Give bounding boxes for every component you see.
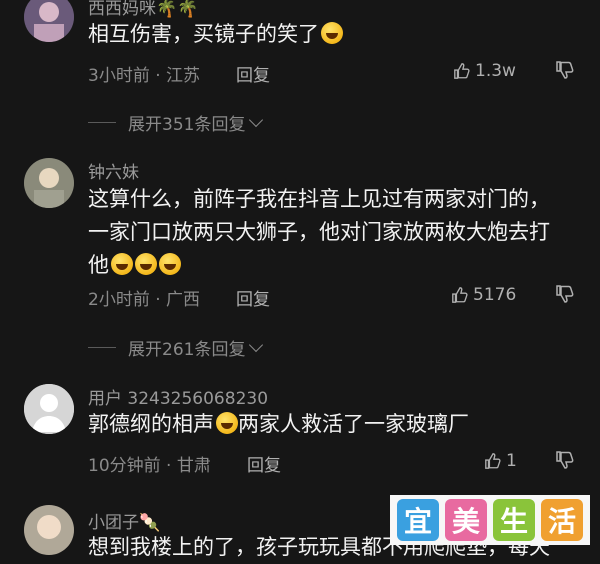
comment-text: 这算什么，前阵子我在抖音上见过有两家对门的， 一家门口放两只大狮子，他对门家放两… <box>88 187 550 277</box>
like-count: 5176 <box>473 285 517 305</box>
comment-time-location: 10分钟前 · 甘肃 <box>88 456 211 476</box>
chevron-down-icon <box>249 337 264 353</box>
grinning-emoji-icon <box>216 412 238 434</box>
avatar[interactable] <box>24 158 74 208</box>
reply-button[interactable]: 回复 <box>236 61 270 86</box>
commenter-name[interactable]: 钟六妹 <box>88 158 139 183</box>
watermark-logo: 宜 美 生 活 <box>390 495 590 545</box>
laughing-emoji-icon <box>159 253 181 275</box>
like-count: 1 <box>506 451 517 471</box>
laughing-emoji-icon <box>321 22 343 44</box>
laughing-emoji-icon <box>111 253 133 275</box>
expand-replies-button[interactable]: 展开351条回复 <box>88 110 264 135</box>
like-button[interactable]: 1 <box>484 451 517 471</box>
avatar[interactable] <box>24 505 74 555</box>
chevron-down-icon <box>249 112 264 128</box>
divider-line <box>88 347 116 348</box>
like-button[interactable]: 1.3w <box>453 61 516 81</box>
avatar[interactable] <box>24 384 74 434</box>
commenter-name[interactable]: 用户 3243256068230 <box>88 384 268 409</box>
comment-text: 郭德纲的相声 两家人救活了一家玻璃厂 <box>88 412 469 436</box>
divider-line <box>88 122 116 123</box>
thumbs-up-icon <box>485 453 501 469</box>
reply-button[interactable]: 回复 <box>236 285 270 310</box>
reply-button[interactable]: 回复 <box>247 451 281 476</box>
thumbs-down-icon[interactable] <box>555 450 575 470</box>
laughing-emoji-icon <box>135 253 157 275</box>
thumbs-up-icon <box>452 287 468 303</box>
expand-replies-button[interactable]: 展开261条回复 <box>88 335 264 360</box>
thumbs-up-icon <box>454 63 470 79</box>
like-button[interactable]: 5176 <box>451 285 516 305</box>
watermark-char: 生 <box>493 499 535 541</box>
commenter-name[interactable]: 小团子🍡 <box>88 508 160 533</box>
default-user-icon <box>24 384 74 434</box>
thumbs-down-icon[interactable] <box>555 60 575 80</box>
watermark-char: 美 <box>445 499 487 541</box>
avatar[interactable] <box>24 0 74 42</box>
watermark-char: 活 <box>541 499 583 541</box>
comment-text: 相互伤害，买镜子的笑了 <box>88 18 343 51</box>
watermark-char: 宜 <box>397 499 439 541</box>
comment-time-location: 3小时前 · 江苏 <box>88 66 201 86</box>
commenter-name[interactable]: 西西妈咪🌴🌴 <box>88 0 198 19</box>
like-count: 1.3w <box>475 61 516 81</box>
thumbs-down-icon[interactable] <box>555 284 575 304</box>
comment-time-location: 2小时前 · 广西 <box>88 290 201 310</box>
